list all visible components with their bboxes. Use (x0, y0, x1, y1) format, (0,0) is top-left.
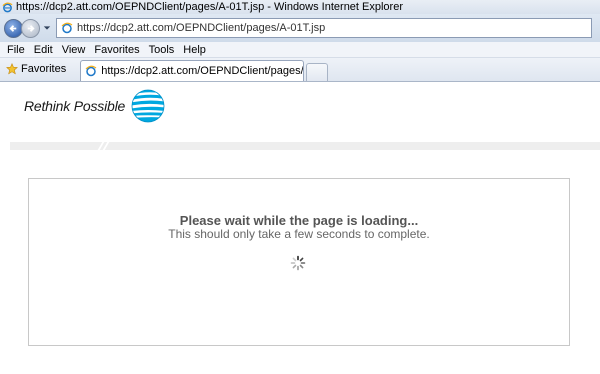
menu-tools[interactable]: Tools (146, 44, 181, 56)
brand-slogan: Rethink Possible (24, 98, 126, 114)
favorites-label: Favorites (21, 63, 67, 75)
page-icon (85, 65, 97, 77)
tab-active[interactable]: https://dcp2.att.com/OEPNDClient/pages/A… (80, 60, 305, 81)
internet-explorer-icon (2, 2, 13, 12)
window-titlebar: https://dcp2.att.com/OEPNDClient/pages/A… (0, 0, 600, 14)
page-content: Rethink Possible Please wait while the p… (0, 82, 600, 374)
forward-button[interactable] (21, 18, 40, 38)
favorites-button[interactable]: Favorites (4, 59, 70, 81)
new-tab-button[interactable] (306, 63, 329, 81)
arrow-left-icon (9, 24, 17, 32)
menu-edit[interactable]: Edit (31, 44, 59, 56)
navigation-bar (0, 14, 600, 42)
menu-file[interactable]: File (4, 44, 31, 56)
history-dropdown-button[interactable] (42, 23, 52, 33)
loading-subtitle: This should only take a few seconds to c… (168, 227, 430, 241)
tab-label: https://dcp2.att.com/OEPNDClient/pages/A… (101, 65, 304, 77)
window-title: https://dcp2.att.com/OEPNDClient/pages/A… (16, 1, 403, 13)
menu-view[interactable]: View (59, 44, 92, 56)
address-bar[interactable] (56, 18, 592, 38)
chevron-down-icon (43, 26, 51, 30)
url-input[interactable] (77, 22, 577, 34)
brand-header: Rethink Possible (24, 88, 165, 124)
page-icon (61, 22, 73, 34)
loading-spinner-icon (290, 255, 306, 271)
menu-favorites[interactable]: Favorites (91, 44, 145, 56)
favorites-bar: Favorites https://dcp2.att.com/OEPNDClie… (0, 58, 600, 82)
loading-title: Please wait while the page is loading... (179, 213, 419, 228)
header-stripe (10, 141, 600, 151)
menu-bar: File Edit View Favorites Tools Help (0, 42, 600, 58)
star-icon (6, 63, 18, 75)
loading-panel: Please wait while the page is loading...… (28, 178, 570, 346)
arrow-right-icon (27, 24, 35, 32)
menu-help[interactable]: Help (180, 44, 212, 56)
att-globe-logo (131, 89, 165, 123)
